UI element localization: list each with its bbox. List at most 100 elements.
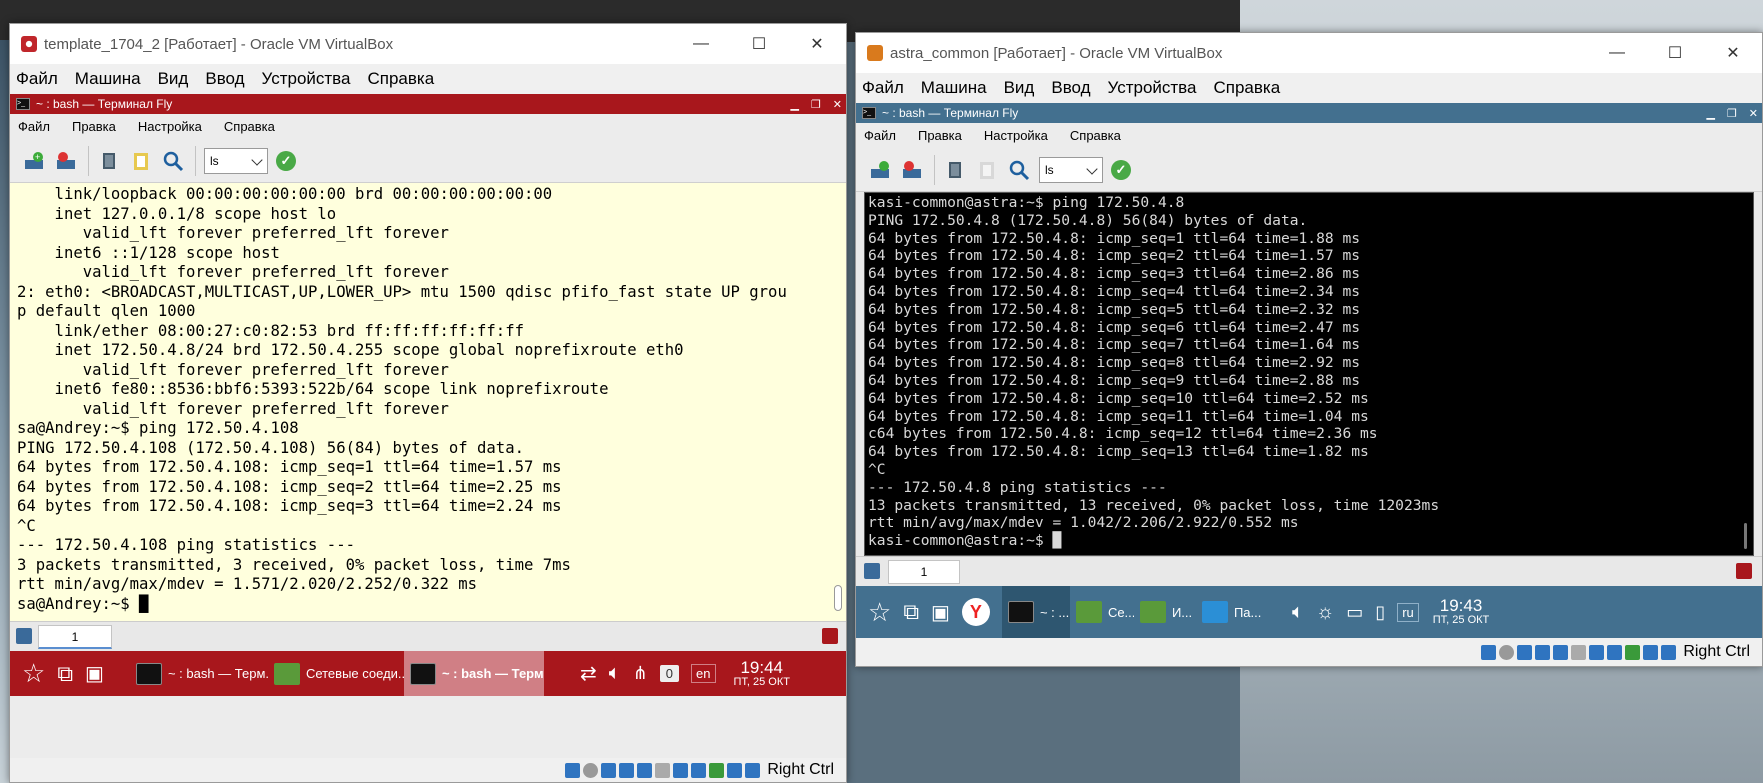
audio-icon[interactable] xyxy=(601,762,617,778)
fly-menu-file[interactable]: Файл xyxy=(864,128,896,143)
keyboard-layout[interactable]: en xyxy=(685,651,721,696)
close-tab-icon[interactable] xyxy=(900,158,924,182)
terminal-tab[interactable]: 1 xyxy=(888,560,960,584)
close-button[interactable]: ✕ xyxy=(1704,33,1762,73)
screen-icon[interactable]: ▣ xyxy=(79,651,110,696)
screen-icon[interactable]: ▣ xyxy=(925,586,956,638)
start-menu-icon[interactable]: ☆ xyxy=(16,651,51,696)
fly-menu-edit[interactable]: Правка xyxy=(918,128,962,143)
menu-machine[interactable]: Машина xyxy=(75,69,141,89)
brightness-icon[interactable]: ☼ xyxy=(1310,586,1340,638)
menu-input[interactable]: Ввод xyxy=(205,69,244,89)
minimize-button[interactable]: — xyxy=(672,24,730,64)
taskbar-item-panel[interactable]: Па... xyxy=(1196,586,1272,638)
fly-menu-help[interactable]: Справка xyxy=(1070,128,1121,143)
battery-icon[interactable]: ▯ xyxy=(1369,586,1391,638)
keyboard-capture-icon[interactable] xyxy=(1661,644,1677,660)
connections-icon[interactable]: ⋔ xyxy=(627,651,654,696)
show-desktop-icon[interactable]: ⧉ xyxy=(51,651,79,696)
taskbar-item-terminal[interactable]: ~ : ... xyxy=(1001,586,1070,638)
mouse-icon[interactable] xyxy=(727,762,743,778)
paste-icon[interactable] xyxy=(129,149,153,173)
keyboard-capture-icon[interactable] xyxy=(745,762,761,778)
copy-icon[interactable] xyxy=(943,158,967,182)
terminal-output-right[interactable]: kasi-common@astra:~$ ping 172.50.4.8 PING… xyxy=(864,192,1754,556)
menu-devices[interactable]: Устройства xyxy=(1108,78,1197,98)
mouse-icon[interactable] xyxy=(1643,644,1659,660)
fly-menu-settings[interactable]: Настройка xyxy=(138,119,202,134)
close-tab-small-icon[interactable] xyxy=(822,628,838,644)
paste-icon[interactable] xyxy=(975,158,999,182)
recording-icon[interactable] xyxy=(691,762,707,778)
menu-help[interactable]: Справка xyxy=(1213,78,1280,98)
menu-view[interactable]: Вид xyxy=(1004,78,1035,98)
new-tab-small-icon[interactable] xyxy=(16,628,32,644)
command-select[interactable]: ls xyxy=(204,147,268,174)
virtualbox-window-left[interactable]: template_1704_2 [Работает] - Oracle VM V… xyxy=(9,23,847,783)
cpu-icon[interactable] xyxy=(1625,644,1641,660)
usb-icon[interactable] xyxy=(637,762,653,778)
new-tab-small-icon[interactable] xyxy=(864,563,880,579)
yandex-browser-icon[interactable]: Y xyxy=(956,586,996,638)
fly-terminal-titlebar[interactable]: >_ ~ : bash — Терминал Fly ▁ ❐ ✕ xyxy=(856,103,1762,123)
taskbar-item-terminal[interactable]: ~ : bash — Терм... xyxy=(130,651,268,696)
network-status-icon[interactable] xyxy=(619,762,635,778)
network-status-icon[interactable] xyxy=(1535,644,1551,660)
audio-icon[interactable] xyxy=(1517,644,1533,660)
show-desktop-icon[interactable]: ⧉ xyxy=(897,586,925,638)
terminal-scrollbar[interactable] xyxy=(1744,523,1747,549)
new-tab-icon[interactable] xyxy=(868,158,892,182)
fly-minimize-button[interactable]: ▁ xyxy=(790,98,798,111)
copy-icon[interactable] xyxy=(97,149,121,173)
shared-folders-icon[interactable] xyxy=(655,762,671,778)
close-tab-small-icon[interactable] xyxy=(1736,563,1752,579)
monitor-icon[interactable]: ▭ xyxy=(1340,586,1369,638)
network-tray-icon[interactable]: ⇄ xyxy=(574,651,603,696)
volume-icon[interactable]: 🔈︎ xyxy=(603,651,627,696)
minimize-button[interactable]: — xyxy=(1588,33,1646,73)
storage-icon[interactable] xyxy=(1481,644,1497,660)
menu-file[interactable]: Файл xyxy=(862,78,904,98)
clock[interactable]: 19:44 ПТ, 25 ОКТ xyxy=(734,658,791,688)
fly-menu-edit[interactable]: Правка xyxy=(72,119,116,134)
fly-minimize-button[interactable]: ▁ xyxy=(1706,107,1714,120)
fly-close-button[interactable]: ✕ xyxy=(833,98,842,111)
recording-icon[interactable] xyxy=(1607,644,1623,660)
taskbar-item-info[interactable]: И... xyxy=(1134,586,1196,638)
maximize-button[interactable]: ☐ xyxy=(1646,33,1704,73)
terminal-tab[interactable]: 1 xyxy=(38,625,112,649)
taskbar-item-network[interactable]: Се... xyxy=(1070,586,1134,638)
terminal-output-left[interactable]: link/loopback 00:00:00:00:00:00 brd 00:0… xyxy=(10,183,846,621)
search-icon[interactable] xyxy=(1007,158,1031,182)
menu-machine[interactable]: Машина xyxy=(921,78,987,98)
menu-view[interactable]: Вид xyxy=(158,69,189,89)
fly-menu-file[interactable]: Файл xyxy=(18,119,50,134)
desktop-counter-badge[interactable]: 0 xyxy=(654,651,685,696)
menu-file[interactable]: Файл xyxy=(16,69,58,89)
fly-close-button[interactable]: ✕ xyxy=(1749,107,1758,120)
terminal-scrollbar[interactable] xyxy=(834,585,842,611)
fly-maximize-button[interactable]: ❐ xyxy=(811,98,821,111)
fly-maximize-button[interactable]: ❐ xyxy=(1727,107,1737,120)
maximize-button[interactable]: ☐ xyxy=(730,24,788,64)
fly-menu-settings[interactable]: Настройка xyxy=(984,128,1048,143)
fly-menu-help[interactable]: Справка xyxy=(224,119,275,134)
display-icon[interactable] xyxy=(1589,644,1605,660)
display-icon[interactable] xyxy=(673,762,689,778)
menu-input[interactable]: Ввод xyxy=(1051,78,1090,98)
run-command-button[interactable]: ✓ xyxy=(276,150,296,171)
window-titlebar[interactable]: astra_common [Работает] - Oracle VM Virt… xyxy=(856,33,1762,73)
start-menu-icon[interactable]: ☆ xyxy=(862,586,897,638)
new-tab-icon[interactable]: + xyxy=(22,149,46,173)
window-titlebar[interactable]: template_1704_2 [Работает] - Oracle VM V… xyxy=(10,24,846,64)
close-button[interactable]: ✕ xyxy=(788,24,846,64)
close-tab-icon[interactable] xyxy=(54,149,78,173)
usb-icon[interactable] xyxy=(1553,644,1569,660)
keyboard-layout[interactable]: ru xyxy=(1391,586,1425,638)
taskbar-item-network[interactable]: Сетевые соеди... xyxy=(268,651,404,696)
taskbar-item-terminal-active[interactable]: ~ : bash — Терм... xyxy=(403,651,544,696)
optical-icon[interactable] xyxy=(1499,644,1515,660)
optical-icon[interactable] xyxy=(583,762,599,778)
shared-folders-icon[interactable] xyxy=(1571,644,1587,660)
cpu-icon[interactable] xyxy=(709,762,725,778)
